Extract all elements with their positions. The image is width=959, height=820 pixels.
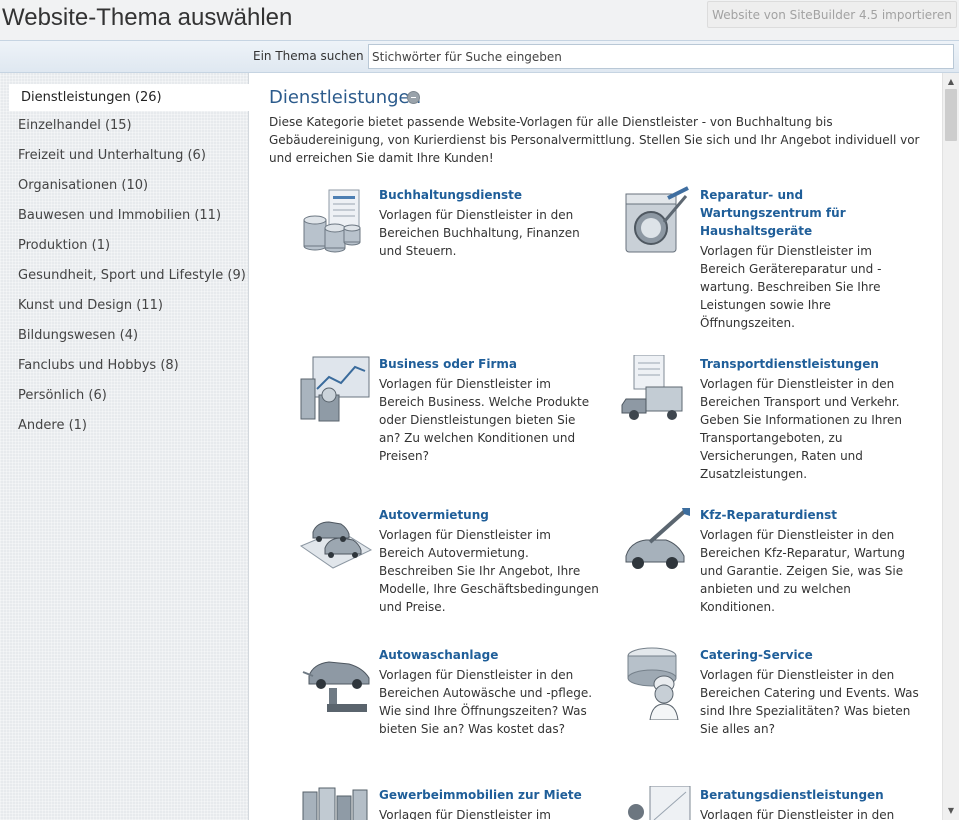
template-description: Vorlagen für Dienstleister im (379, 808, 551, 820)
sidebar-item-fanclubs[interactable]: Fanclubs und Hobbys (8) (9, 352, 249, 379)
template-title[interactable]: Beratungsdienstleistungen (700, 786, 920, 804)
template-description: Vorlagen für Dienstleister im Bereich Ge… (700, 244, 882, 330)
category-description: Diese Kategorie bietet passende Website-… (269, 115, 920, 165)
commercial-property-icon (302, 787, 368, 820)
scroll-up-arrow-icon[interactable]: ▲ (943, 75, 959, 89)
template-title[interactable]: Buchhaltungsdienste (379, 186, 599, 204)
template-title[interactable]: Gewerbeimmobilien zur Miete (379, 786, 599, 804)
catering-icon (627, 647, 679, 720)
appliance-repair-icon (625, 186, 689, 253)
main-scrollbar[interactable]: ▲ ▼ (942, 73, 959, 820)
sidebar-item-produktion[interactable]: Produktion (1) (9, 232, 249, 259)
template-description: Vorlagen für Dienstleister im Bereich Bu… (379, 377, 590, 463)
template-description: Vorlagen für Dienstleister in den Bereic… (700, 377, 903, 481)
template-description: Vorlagen für Dienstleister in den Bereic… (700, 528, 905, 614)
search-bar: Ein Thema suchen (0, 40, 959, 73)
template-title[interactable]: Catering-Service (700, 646, 920, 664)
car-repair-icon (625, 508, 690, 569)
car-rental-icon (299, 521, 373, 569)
sidebar-item-dienstleistungen[interactable]: Dienstleistungen (26) (9, 84, 249, 111)
sidebar-item-organisationen[interactable]: Organisationen (10) (9, 172, 249, 199)
search-label: Ein Thema suchen (253, 49, 364, 63)
car-wash-icon (302, 661, 370, 712)
sidebar-item-bauwesen[interactable]: Bauwesen und Immobilien (11) (9, 202, 249, 229)
sidebar-item-gesundheit[interactable]: Gesundheit, Sport und Lifestyle (9) (9, 262, 249, 289)
template-list: Dienstleistungen Diese Kategorie bietet … (249, 73, 942, 820)
template-description: Vorlagen für Dienstleister im Bereich Au… (379, 528, 599, 614)
template-description: Vorlagen für Dienstleister in den (700, 808, 895, 820)
category-title: Dienstleistungen (269, 87, 422, 108)
template-description: Vorlagen für Dienstleister in den Bereic… (700, 668, 919, 736)
page-title: Website-Thema auswählen (2, 4, 293, 31)
sidebar-item-andere[interactable]: Andere (1) (9, 412, 249, 439)
sidebar-item-kunst[interactable]: Kunst und Design (11) (9, 292, 249, 319)
category-sidebar: Dienstleistungen (26) Einzelhandel (15) … (0, 73, 249, 820)
sidebar-item-bildungswesen[interactable]: Bildungswesen (4) (9, 322, 249, 349)
template-title[interactable]: Business oder Firma (379, 355, 599, 373)
template-description: Vorlagen für Dienstleister in den Bereic… (379, 668, 593, 736)
accounting-icon (303, 189, 361, 253)
template-title[interactable]: Autowaschanlage (379, 646, 599, 664)
import-sitebuilder-button[interactable]: Website von SiteBuilder 4.5 importieren (707, 1, 957, 28)
collapse-icon[interactable] (407, 91, 420, 104)
scroll-thumb[interactable] (945, 89, 957, 141)
business-icon (300, 356, 370, 422)
search-input[interactable] (368, 44, 954, 69)
sidebar-item-freizeit[interactable]: Freizeit und Unterhaltung (6) (9, 142, 249, 169)
scroll-down-arrow-icon[interactable]: ▼ (943, 804, 959, 818)
template-description: Vorlagen für Dienstleister in den Bereic… (379, 208, 580, 258)
template-title[interactable]: Reparatur- und Wartungszentrum für Haush… (700, 186, 920, 240)
template-title[interactable]: Autovermietung (379, 506, 599, 524)
template-title[interactable]: Kfz-Reparaturdienst (700, 506, 920, 524)
sidebar-item-persoenlich[interactable]: Persönlich (6) (9, 382, 249, 409)
template-title[interactable]: Transportdienstleistungen (700, 355, 920, 373)
truck-icon (621, 355, 683, 420)
title-bar: Website-Thema auswählen Website von Site… (0, 0, 959, 40)
consulting-icon (628, 786, 691, 820)
sidebar-item-einzelhandel[interactable]: Einzelhandel (15) (9, 112, 249, 139)
